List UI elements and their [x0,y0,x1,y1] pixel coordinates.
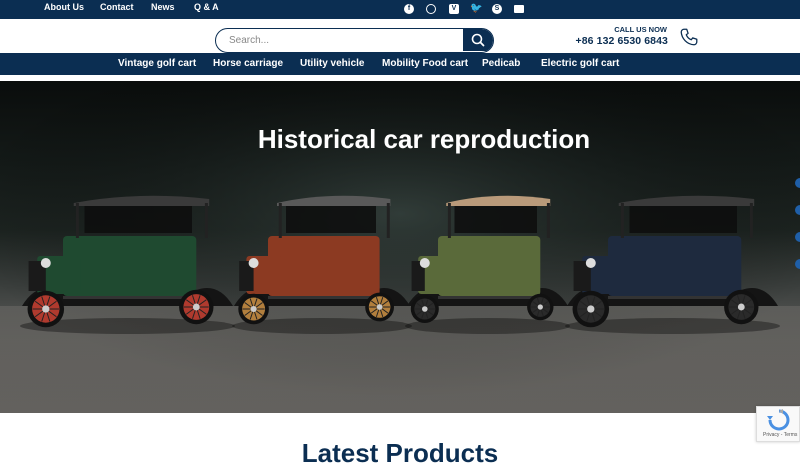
phone-icon[interactable] [678,26,700,48]
nav-item-pedicab[interactable]: Pedicab [482,58,520,69]
vimeo-icon[interactable]: V [449,4,459,14]
nav-item-vintage-golf-cart[interactable]: Vintage golf cart [118,58,196,69]
recaptcha-badge[interactable]: Privacy - Terms [756,406,800,442]
recaptcha-icon [767,409,790,431]
nav-item-horse-carriage[interactable]: Horse carriage [213,58,283,69]
search-button[interactable] [463,29,493,51]
search-input[interactable] [216,29,465,51]
slider-dot[interactable] [795,205,800,215]
hero-title: Historical car reproduction [257,124,591,154]
latest-products-heading: Latest Products [301,438,499,468]
contact-link[interactable]: Contact [100,2,134,12]
nav-item-electric-golf-cart[interactable]: Electric golf cart [541,58,619,69]
qa-link[interactable]: Q & A [194,2,219,12]
slider-dot[interactable] [795,232,800,242]
search-icon [471,33,485,47]
top-bar: About Us Contact News Q & A f V 🐦 S [0,0,800,19]
slider-dot[interactable] [795,178,800,188]
skype-icon[interactable]: S [492,4,502,14]
twitter-icon[interactable]: 🐦 [470,4,482,14]
phone-number[interactable]: +86 132 6530 6843 [576,35,669,47]
slider-dot[interactable] [795,259,800,269]
instagram-icon[interactable] [426,4,436,14]
facebook-icon[interactable]: f [404,4,414,14]
news-link[interactable]: News [151,2,175,12]
header: CALL US NOW +86 132 6530 6843 [0,19,800,53]
call-us-label: CALL US NOW [614,25,667,34]
nav-item-mobility-food-cart[interactable]: Mobility Food cart [382,58,468,69]
about-us-link[interactable]: About Us [44,2,84,12]
search-box [215,28,494,53]
nav-item-utility-vehicle[interactable]: Utility vehicle [300,58,364,69]
main-nav: Vintage golf cart Horse carriage Utility… [0,53,800,75]
email-icon[interactable] [514,5,524,13]
hero-banner: Historical car reproduction [0,81,800,413]
